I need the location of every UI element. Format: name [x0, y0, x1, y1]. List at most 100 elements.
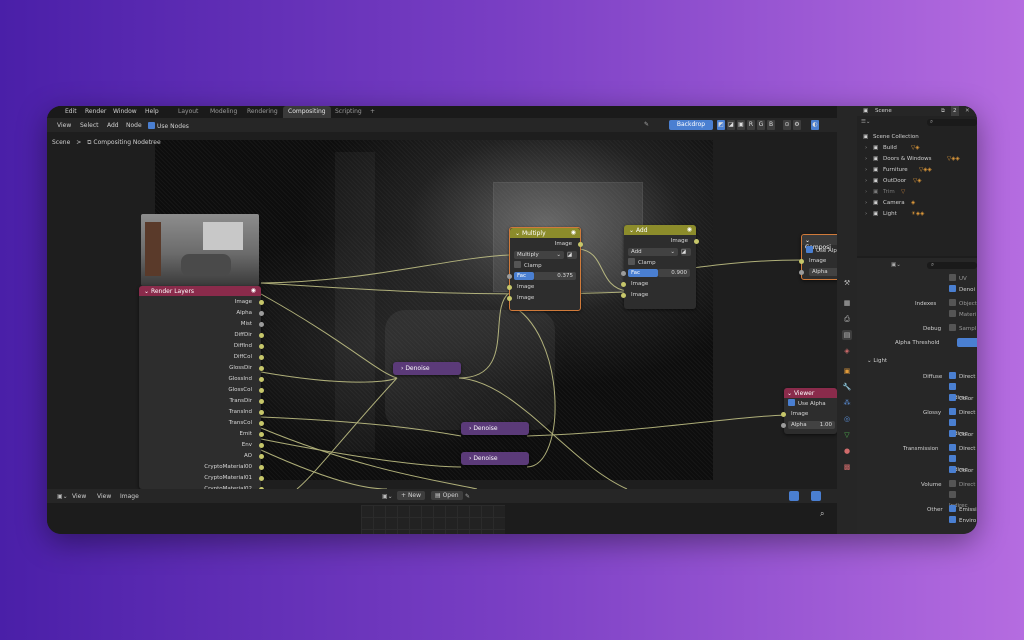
clamp-checkbox[interactable]: Clamp	[628, 258, 656, 266]
breadcrumb-scene[interactable]: Scene	[52, 139, 70, 146]
menu-node[interactable]: Node	[126, 122, 142, 129]
use-alpha-checkbox[interactable]: Use Alpha	[788, 399, 826, 407]
menu-window[interactable]: Window	[113, 108, 137, 115]
render-layers-header[interactable]: ⌄ Render Layers ◉	[139, 286, 261, 296]
outliner-row[interactable]: › ▣ Light ☀◈◈	[857, 209, 977, 219]
outliner-row[interactable]: › ▣ OutDoor ▽◈	[857, 176, 977, 186]
zoom-icon[interactable]: ⌕	[820, 509, 824, 519]
use-alpha-icon[interactable]: ◪	[681, 248, 691, 256]
node-options-icon[interactable]: ◉	[687, 226, 692, 233]
denoise-checkbox[interactable]: Denoi	[949, 285, 975, 295]
multiply-header[interactable]: ⌄ Multiply ◉	[510, 228, 580, 238]
glossy-indirect-checkbox[interactable]: Indirec	[949, 419, 977, 437]
diffuse-direct-checkbox[interactable]: Direct	[949, 372, 975, 382]
outliner-row[interactable]: › ▣ Camera ◈	[857, 198, 977, 208]
collapse-icon[interactable]: ⌄	[787, 390, 794, 397]
output-socket[interactable]	[694, 239, 699, 244]
menu-help[interactable]: Help	[145, 108, 159, 115]
fac-value-field[interactable]: 0.375	[534, 272, 576, 280]
fac-value-field[interactable]: 0.900	[658, 269, 690, 277]
object-index-checkbox[interactable]: Object	[949, 299, 977, 309]
transmission-color-checkbox[interactable]: Color	[949, 466, 973, 476]
sample-count-checkbox[interactable]: Sampl	[949, 324, 976, 334]
render-layers-node[interactable]: ⌄ Render Layers ◉ Image Alpha Mist DiffD…	[139, 286, 264, 492]
collapse-icon[interactable]: ⌄	[515, 230, 522, 237]
collapse-icon[interactable]: ⌄	[805, 237, 810, 244]
volume-indirect-checkbox[interactable]: Indirec	[949, 491, 977, 509]
menu-image[interactable]: Image	[120, 493, 139, 500]
input-socket[interactable]	[781, 423, 786, 428]
texture-icon[interactable]: ▩	[842, 462, 852, 472]
output-socket[interactable]	[259, 388, 264, 393]
output-socket[interactable]	[259, 333, 264, 338]
glossy-direct-checkbox[interactable]: Direct	[949, 408, 975, 418]
expand-icon[interactable]: ›	[865, 176, 867, 186]
input-socket[interactable]	[621, 293, 626, 298]
channel-r-button[interactable]: R	[747, 120, 755, 130]
collapse-icon[interactable]: ⌄	[144, 288, 151, 295]
output-icon[interactable]: ⎙	[842, 314, 852, 324]
output-socket[interactable]	[259, 443, 264, 448]
view-layer-icon[interactable]: ▤	[842, 330, 852, 340]
scene-name[interactable]: Scene	[875, 106, 892, 116]
tool-icon[interactable]: ⚒	[842, 278, 852, 288]
expand-icon[interactable]: ›	[865, 187, 867, 197]
output-socket[interactable]	[259, 465, 264, 470]
composite-header[interactable]: ⌄ Composi	[802, 235, 840, 251]
physics-icon[interactable]: ◎	[842, 414, 852, 424]
composite-node[interactable]: ⌄ Composi Use Alpha Image Alpha	[799, 234, 844, 280]
clamp-checkbox[interactable]: Clamp	[514, 261, 542, 269]
input-socket[interactable]	[507, 274, 512, 279]
pin-icon[interactable]: ✎	[465, 493, 470, 500]
breadcrumb-tree[interactable]: Compositing Nodetree	[93, 139, 160, 146]
light-section-header[interactable]: ⌄ Light	[867, 356, 887, 366]
outliner-row[interactable]: › ▣ Doors & Windows ▽◈◈	[857, 154, 977, 164]
viewer-node[interactable]: ⌄ Viewer Use Alpha Image Alpha 1.00	[781, 388, 837, 434]
material-index-checkbox[interactable]: Materi	[949, 310, 976, 320]
menu-render[interactable]: Render	[85, 108, 106, 115]
blend-mode-dropdown[interactable]: Add ⌄	[628, 248, 678, 256]
tab-scripting[interactable]: Scripting	[330, 106, 367, 118]
overlays-icon[interactable]: ◐	[811, 120, 819, 130]
editor-type-icon[interactable]: ▣⌄	[891, 260, 901, 270]
input-socket[interactable]	[621, 282, 626, 287]
overlay-icon[interactable]: ⚙	[793, 120, 801, 130]
output-socket[interactable]	[259, 377, 264, 382]
alpha-threshold-slider[interactable]	[957, 338, 977, 347]
use-nodes-toggle[interactable]: Use Nodes	[148, 122, 189, 130]
output-socket[interactable]	[259, 300, 264, 305]
menu-select[interactable]: Select	[80, 122, 99, 129]
backdrop-button[interactable]: Backdrop	[669, 120, 713, 130]
gizmo-icon[interactable]: ⊙	[783, 120, 791, 130]
output-socket[interactable]	[259, 344, 264, 349]
tab-modeling[interactable]: Modeling	[205, 106, 242, 118]
expand-icon[interactable]: ›	[865, 154, 867, 164]
output-socket[interactable]	[259, 355, 264, 360]
properties-search-input[interactable]	[927, 262, 977, 269]
node-editor[interactable]: Scene > ⧉ Compositing Nodetree ⌄ Render …	[47, 132, 844, 492]
filter-icon[interactable]: ☰⌄	[861, 117, 871, 127]
channel-alpha-icon[interactable]: ▣	[737, 120, 745, 130]
scene-icon[interactable]: ◈	[842, 346, 852, 356]
alpha-field[interactable]: Alpha	[809, 268, 839, 276]
image-browse-icon[interactable]: ▣⌄	[382, 493, 393, 500]
expand-icon[interactable]: ›	[865, 143, 867, 153]
menu-edit[interactable]: Edit	[65, 108, 77, 115]
expand-icon[interactable]: ›	[865, 165, 867, 175]
pin-icon[interactable]: ✎	[644, 121, 649, 128]
modifier-icon[interactable]: 🔧	[842, 382, 852, 392]
particles-icon[interactable]: ⁂	[842, 398, 852, 408]
multiply-node[interactable]: ⌄ Multiply ◉ Image Multiply ⌄ ◪ Clamp Fac…	[507, 227, 583, 311]
input-socket[interactable]	[621, 271, 626, 276]
output-socket[interactable]	[259, 432, 264, 437]
open-image-button[interactable]: ▤ Open	[431, 491, 463, 500]
glossy-color-checkbox[interactable]: Color	[949, 430, 973, 440]
emission-checkbox[interactable]: Emissi	[949, 505, 977, 515]
expand-icon[interactable]: ›	[865, 198, 867, 208]
output-socket[interactable]	[259, 399, 264, 404]
output-socket[interactable]	[259, 410, 264, 415]
outliner-row[interactable]: › ▣ Trim ▽	[857, 187, 977, 197]
menu-view-2[interactable]: View	[97, 493, 111, 500]
tab-rendering[interactable]: Rendering	[242, 106, 283, 118]
blend-mode-dropdown[interactable]: Multiply ⌄	[514, 251, 564, 259]
